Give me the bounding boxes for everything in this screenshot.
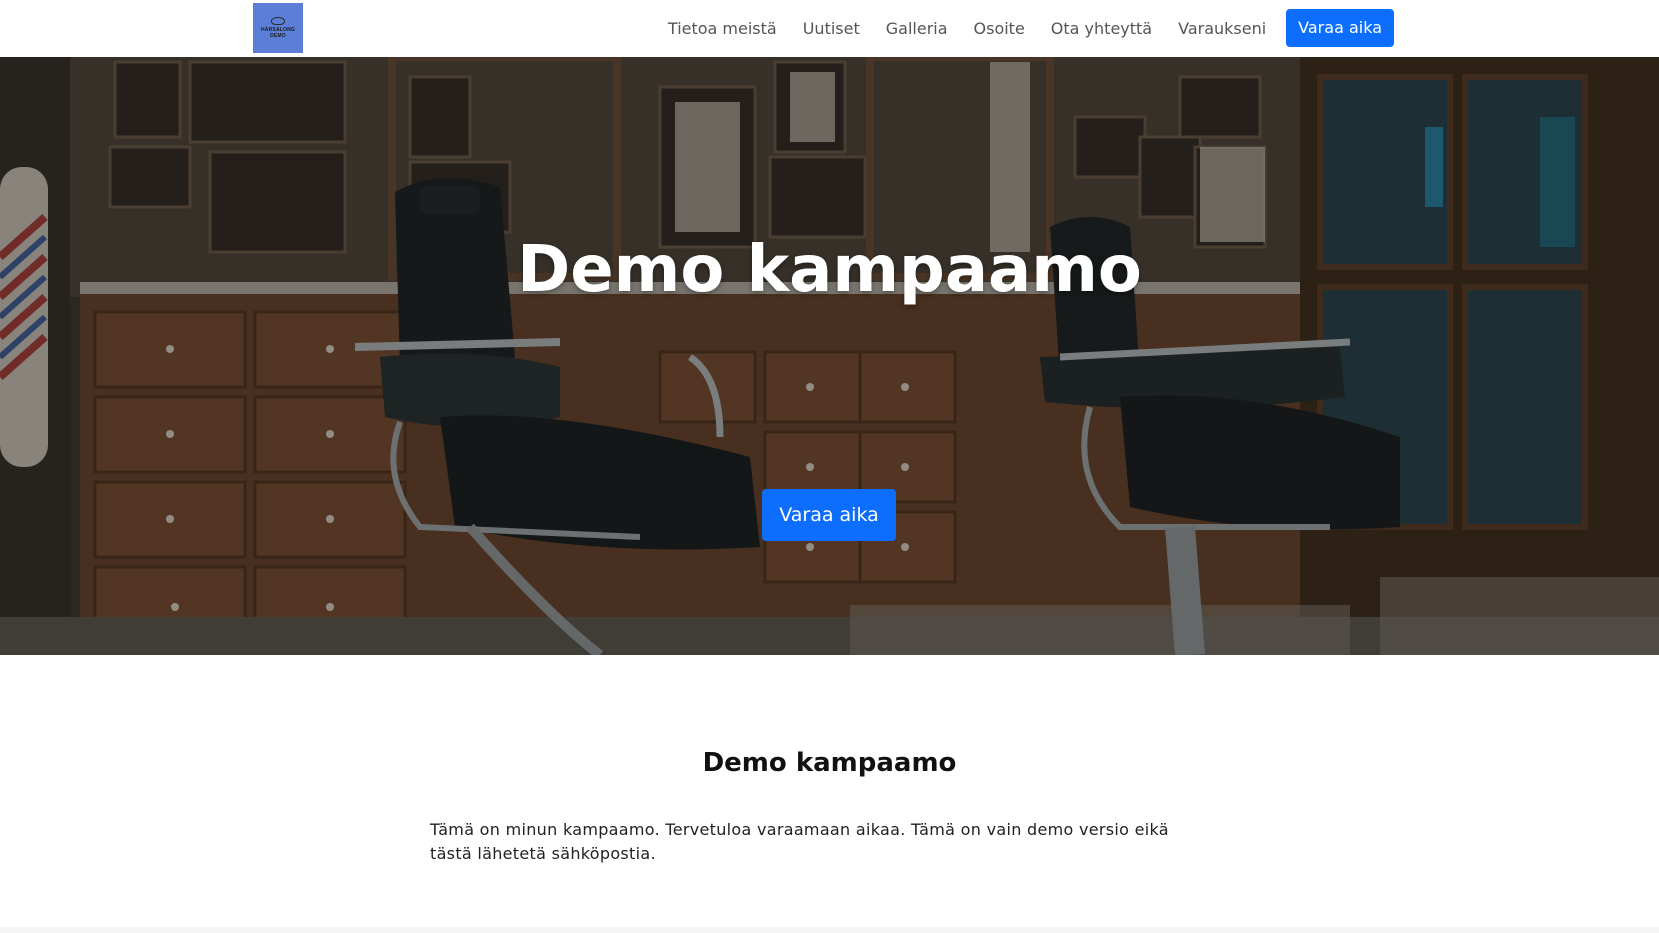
site-logo[interactable]: HÄRSALONG DEMO [253,3,303,53]
nav-link-contact[interactable]: Ota yhteyttä [1051,19,1152,38]
navbar: HÄRSALONG DEMO Tietoa meistä Uutiset Gal… [0,0,1659,57]
section-divider [0,927,1659,933]
intro-text: Tämä on minun kampaamo. Tervetuloa varaa… [430,820,1169,863]
nav-book-button[interactable]: Varaa aika [1286,9,1394,47]
nav-link-address[interactable]: Osoite [974,19,1025,38]
hero-title: Demo kampaamo [517,233,1142,307]
hero-section: Demo kampaamo Varaa aika [0,57,1659,655]
intro-heading: Demo kampaamo [702,748,957,778]
logo-scissors-icon [271,17,285,25]
main-nav: Tietoa meistä Uutiset Galleria Osoite Ot… [668,9,1394,47]
nav-link-about[interactable]: Tietoa meistä [668,19,777,38]
nav-link-my-bookings[interactable]: Varaukseni [1178,19,1266,38]
logo-text-line2: DEMO [270,33,286,39]
nav-link-gallery[interactable]: Galleria [886,19,948,38]
hero-book-button[interactable]: Varaa aika [762,489,896,541]
nav-link-news[interactable]: Uutiset [803,19,860,38]
hero-background-image [0,57,1659,655]
